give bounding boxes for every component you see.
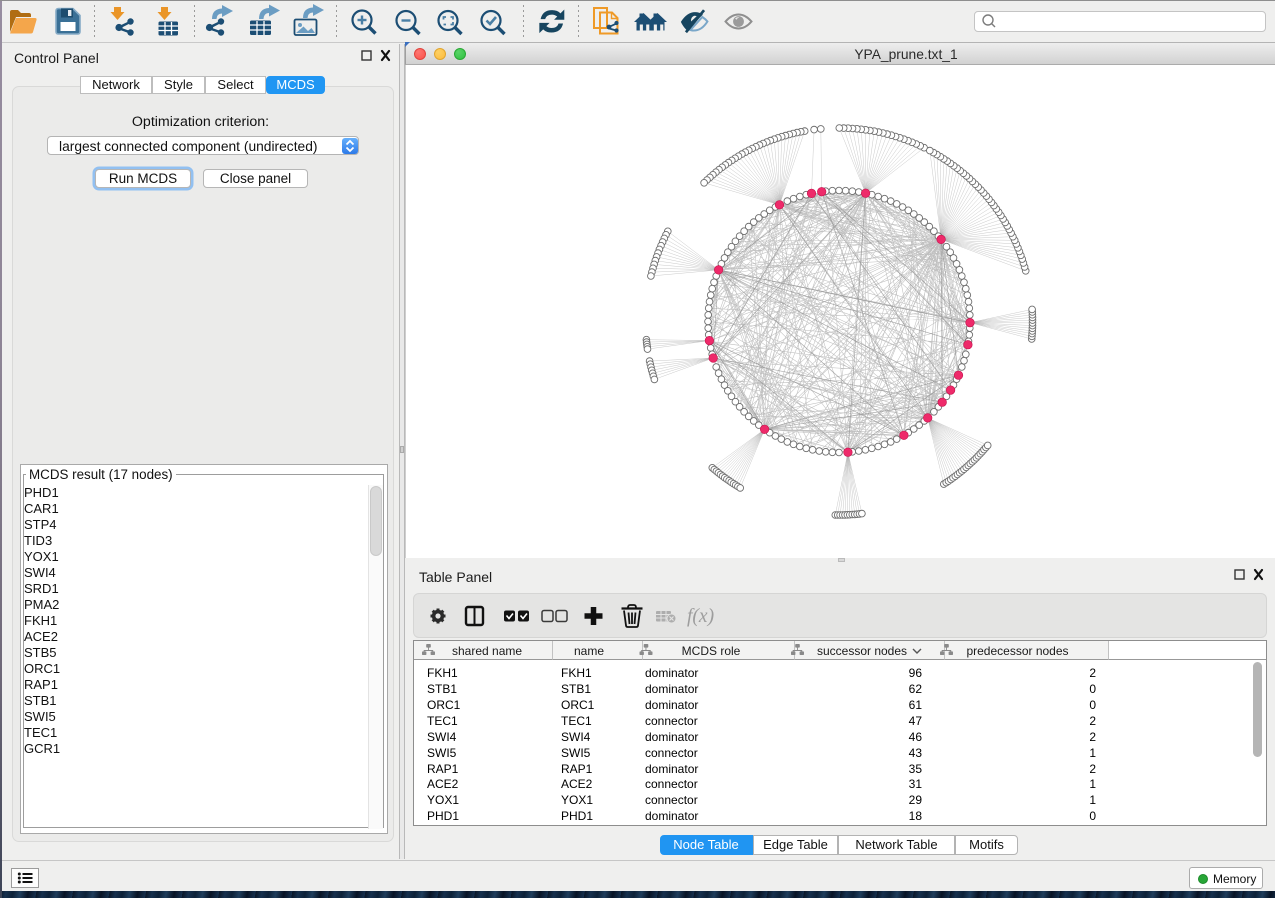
svg-text:f(x): f(x)	[687, 606, 714, 627]
